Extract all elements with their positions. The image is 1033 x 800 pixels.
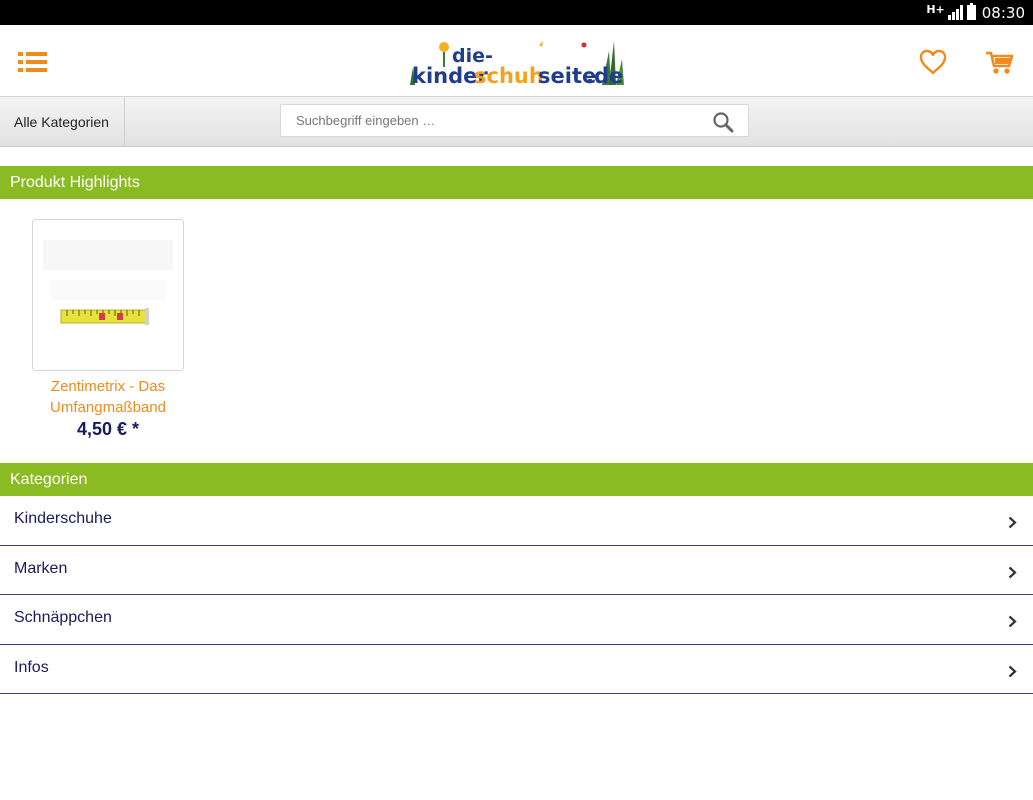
category-item-infos[interactable]: Infos [0, 645, 1033, 694]
category-label: Infos [14, 658, 49, 676]
search-icon[interactable] [712, 111, 734, 133]
chevron-right-icon [1008, 516, 1017, 529]
category-item-marken[interactable]: Marken [0, 546, 1033, 595]
search-input[interactable] [281, 105, 701, 136]
site-logo[interactable]: die- kinder schuh seite .de [406, 37, 628, 88]
menu-list-icon[interactable] [18, 50, 48, 74]
category-label: Marken [14, 559, 68, 577]
app-header: die- kinder schuh seite .de [0, 25, 1033, 97]
category-item-kinderschuhe[interactable]: Kinderschuhe [0, 496, 1033, 546]
category-list: Kinderschuhe Marken Schnäppchen Infos [0, 496, 1033, 694]
category-item-schnaeppchen[interactable]: Schnäppchen [0, 595, 1033, 645]
cart-icon[interactable] [984, 48, 1016, 76]
chevron-right-icon [1008, 566, 1017, 578]
product-price: 4,50 € * [76, 419, 140, 439]
chevron-right-icon [1008, 665, 1017, 677]
product-name[interactable]: Zentimetrix - Das Umfangmaßband [28, 376, 188, 418]
category-label: Schnäppchen [14, 609, 112, 626]
logo-suffix: .de [586, 64, 623, 87]
categories-header: Kategorien [0, 463, 1033, 496]
product-image[interactable] [32, 219, 184, 371]
search-bar: Alle Kategorien [0, 97, 1033, 147]
chevron-right-icon [1008, 615, 1017, 628]
all-categories-button[interactable]: Alle Kategorien [0, 97, 125, 146]
logo-part2: schuh [474, 64, 544, 87]
search-box [280, 104, 749, 137]
highlights-header: Produkt Highlights [0, 166, 1033, 199]
status-bar: H+ 08:30 [0, 0, 1033, 25]
battery-icon [966, 3, 976, 20]
network-type: H+ [926, 3, 945, 16]
signal-icon [947, 5, 963, 20]
heart-icon[interactable] [918, 48, 948, 76]
status-time: 08:30 [981, 3, 1025, 22]
category-label: Kinderschuhe [14, 510, 112, 527]
